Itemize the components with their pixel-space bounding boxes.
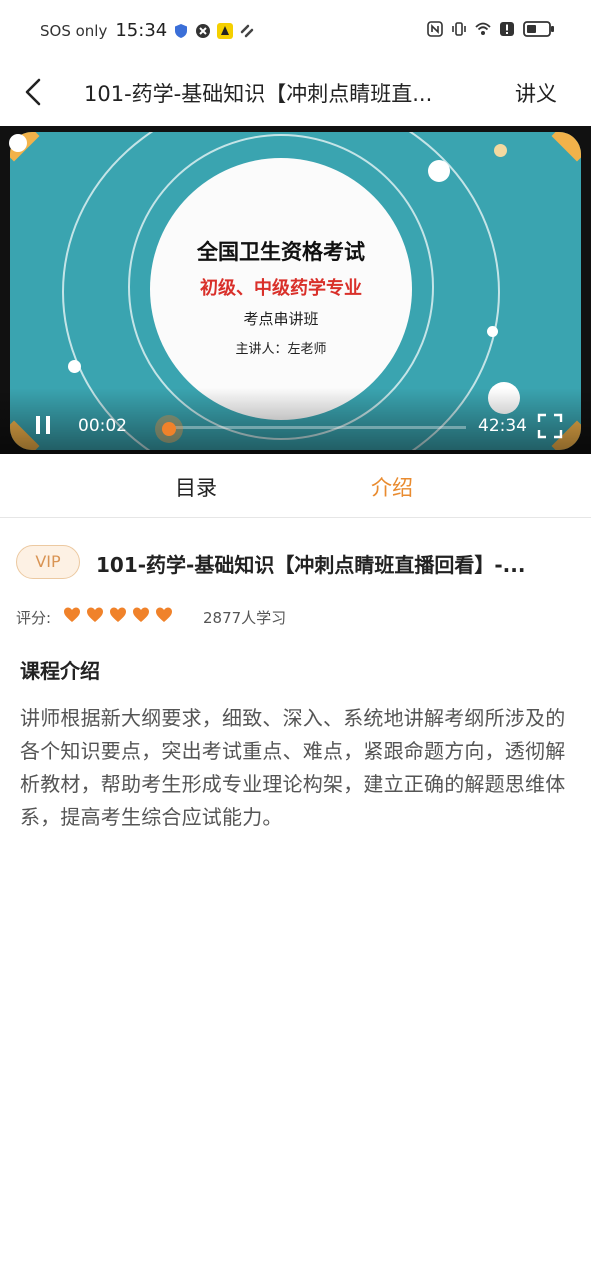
status-left: SOS only 15:34 — [40, 20, 255, 41]
close-circle-icon — [196, 23, 211, 38]
slide-subheading: 初级、中级药学专业 — [200, 278, 362, 299]
total-time: 42:34 — [478, 416, 527, 436]
slide-lecturer: 主讲人：左老师 — [235, 342, 327, 357]
status-time: 15:34 — [115, 20, 168, 41]
rating-label: 评分: — [16, 609, 52, 627]
course-title: 101-药学-基础知识【冲刺点睛班直播回看】-... — [96, 553, 526, 577]
vip-badge: VIP — [16, 545, 80, 579]
fullscreen-icon[interactable] — [537, 413, 563, 439]
heart-icon — [110, 607, 126, 622]
tab-bar: 目录 介绍 — [0, 456, 591, 518]
heart-icon — [133, 607, 149, 622]
handout-button[interactable]: 讲义 — [515, 78, 557, 108]
slide-course-name: 考点串讲班 — [243, 310, 319, 328]
video-corner-dot — [9, 134, 27, 152]
slide-dot — [494, 144, 507, 157]
top-nav-bar: 101-药学-基础知识【冲刺点睛班直... 讲义 — [0, 64, 591, 130]
slide-title-card: 全国卫生资格考试 初级、中级药学专业 考点串讲班 主讲人：左老师 — [150, 158, 412, 420]
tab-catalog[interactable]: 目录 — [175, 472, 217, 502]
slide-corner-decoration — [551, 132, 581, 162]
section-title: 课程介绍 — [20, 659, 100, 683]
nfc-icon — [427, 21, 443, 37]
progress-knob[interactable] — [155, 415, 183, 443]
back-arrow-icon[interactable] — [18, 76, 50, 108]
slide-dot — [68, 360, 81, 373]
current-time: 00:02 — [78, 416, 127, 436]
slide-heading: 全国卫生资格考试 — [197, 240, 365, 264]
alert-icon — [500, 22, 514, 36]
app-notification-icon — [217, 22, 234, 39]
learner-count: 2877人学习 — [203, 609, 287, 627]
heart-icon — [87, 607, 103, 622]
heart-icon — [156, 607, 172, 622]
battery-icon — [523, 21, 554, 37]
status-right — [427, 20, 555, 38]
progress-bar[interactable] — [170, 426, 466, 429]
status-bar: SOS only 15:34 — [0, 0, 591, 64]
heart-icon — [64, 607, 80, 622]
slide-dot — [487, 326, 498, 337]
vibrate-icon — [452, 22, 466, 36]
slide-dot — [428, 160, 450, 182]
shield-icon — [175, 23, 188, 38]
pause-icon[interactable] — [36, 416, 52, 434]
rating-hearts — [63, 606, 173, 624]
carrier-status: SOS only — [40, 21, 108, 40]
page-title: 101-药学-基础知识【冲刺点睛班直... — [84, 82, 433, 106]
wifi-icon — [475, 22, 491, 35]
video-player[interactable]: 全国卫生资格考试 初级、中级药学专业 考点串讲班 主讲人：左老师 00:02 4… — [0, 126, 591, 454]
sync-icon — [240, 24, 254, 37]
tab-introduction[interactable]: 介绍 — [371, 472, 413, 502]
course-description: 讲师根据新大纲要求，细致、深入、系统地讲解考纲所涉及的各个知识要点，突出考试重点… — [20, 706, 566, 829]
video-controls: 00:02 42:34 — [0, 388, 591, 454]
